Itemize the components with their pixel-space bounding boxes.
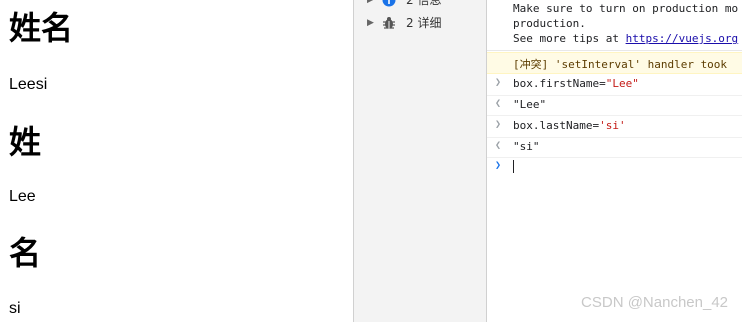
console-sidebar: ▶ 2 信息 ▶ 2 详细 bbox=[354, 0, 487, 322]
heading-firstname: 姓 bbox=[9, 123, 42, 161]
vue-tip-line1: Make sure to turn on production mo bbox=[513, 2, 739, 15]
input-chevron-icon: ❯ bbox=[495, 119, 502, 130]
console-result-row: ❮ "si" bbox=[487, 137, 742, 158]
sidebar-item-label: 2 信息 bbox=[406, 0, 442, 7]
console-input[interactable] bbox=[513, 159, 514, 173]
devtools-panel: ▶ 2 信息 ▶ 2 详细 Make sure to turn on produ bbox=[353, 0, 742, 322]
console-output[interactable]: Make sure to turn on production mo produ… bbox=[487, 0, 742, 322]
console-message-vue-tip: Make sure to turn on production mo produ… bbox=[487, 0, 742, 51]
command-text: box.firstName= bbox=[513, 77, 606, 90]
console-input-row: ❯ box.firstName="Lee" bbox=[487, 74, 742, 96]
console-result-row: ❮ "Lee" bbox=[487, 95, 742, 116]
lastname-value: si bbox=[9, 300, 21, 317]
console-command: box.firstName="Lee" bbox=[513, 77, 639, 90]
watermark: CSDN @Nanchen_42 bbox=[581, 294, 728, 311]
bug-icon bbox=[383, 17, 395, 29]
expand-triangle-icon[interactable]: ▶ bbox=[367, 13, 374, 33]
vue-docs-link[interactable]: https://vuejs.org bbox=[626, 32, 739, 45]
heading-fullname: 姓名 bbox=[9, 9, 74, 47]
console-result: "si" bbox=[513, 140, 540, 153]
console-command: box.lastName='si' bbox=[513, 119, 626, 132]
vue-tip-prefix: See more tips at bbox=[513, 32, 626, 45]
prompt-chevron-icon: ❯ bbox=[495, 160, 502, 171]
expand-triangle-icon[interactable]: ▶ bbox=[367, 0, 374, 10]
result-arrow-icon: ❮ bbox=[495, 140, 502, 151]
rendered-page: 姓名 Leesi 姓 Lee 名 si bbox=[0, 0, 353, 322]
sidebar-item-info[interactable]: ▶ 2 信息 bbox=[354, 0, 486, 10]
info-icon bbox=[382, 0, 396, 7]
console-result: "Lee" bbox=[513, 98, 547, 111]
firstname-value: Lee bbox=[9, 188, 36, 205]
sidebar-item-verbose[interactable]: ▶ 2 详细 bbox=[354, 13, 486, 33]
console-prompt[interactable]: ❯ bbox=[487, 158, 742, 178]
command-string: 'si' bbox=[599, 119, 626, 132]
vue-tip-line2: production. bbox=[513, 17, 586, 30]
console-input-row: ❯ box.lastName='si' bbox=[487, 116, 742, 138]
fullname-value: Leesi bbox=[9, 76, 48, 93]
violation-text: [冲突] 'setInterval' handler took bbox=[513, 58, 728, 71]
sidebar-item-label: 2 详细 bbox=[406, 16, 442, 30]
heading-lastname: 名 bbox=[9, 234, 42, 272]
command-string: "Lee" bbox=[605, 77, 639, 90]
result-arrow-icon: ❮ bbox=[495, 98, 502, 109]
command-text: box.lastName= bbox=[513, 119, 600, 132]
text-cursor bbox=[513, 159, 514, 173]
input-chevron-icon: ❯ bbox=[495, 77, 502, 88]
vue-tip-line3: See more tips at https://vuejs.org bbox=[513, 32, 738, 45]
console-violation: [冲突] 'setInterval' handler took bbox=[487, 52, 742, 74]
